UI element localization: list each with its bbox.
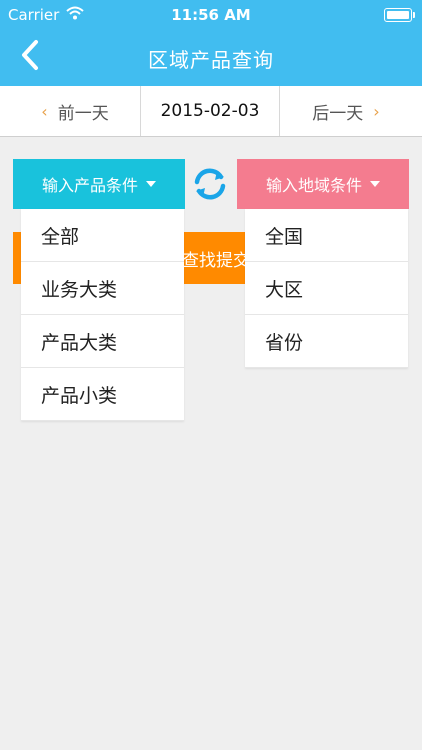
battery-icon	[384, 8, 415, 22]
status-bar: Carrier 11:56 AM	[0, 0, 422, 30]
chevron-left-icon: ‹	[41, 101, 48, 121]
product-option-all[interactable]: 全部	[21, 209, 184, 262]
region-option-national[interactable]: 全国	[245, 209, 408, 262]
submit-label: 查找提交	[182, 250, 250, 271]
region-dropdown-menu: 全国 大区 省份	[245, 209, 408, 368]
next-day-button[interactable]: 后一天 ›	[280, 86, 422, 136]
product-option-product-category[interactable]: 产品大类	[21, 315, 184, 368]
region-condition-label: 输入地域条件	[265, 176, 362, 195]
product-condition-button[interactable]: 输入产品条件	[13, 159, 185, 209]
caret-down-icon	[146, 181, 156, 187]
date-navigation-bar: ‹ 前一天 2015-02-03 后一天 ›	[0, 86, 422, 137]
caret-down-icon	[370, 181, 380, 187]
product-option-business-category[interactable]: 业务大类	[21, 262, 184, 315]
chevron-right-icon: ›	[373, 101, 380, 121]
region-option-district[interactable]: 大区	[245, 262, 408, 315]
swap-refresh-button[interactable]	[191, 165, 229, 203]
region-condition-button[interactable]: 输入地域条件	[237, 159, 409, 209]
refresh-icon	[194, 168, 226, 200]
page-title: 区域产品查询	[148, 48, 274, 72]
next-day-label: 后一天	[312, 103, 364, 124]
region-option-province[interactable]: 省份	[245, 315, 408, 368]
status-time: 11:56 AM	[171, 6, 251, 24]
product-condition-label: 输入产品条件	[41, 176, 138, 195]
previous-day-button[interactable]: ‹ 前一天	[0, 86, 140, 136]
product-dropdown-menu: 全部 业务大类 产品大类 产品小类	[21, 209, 184, 421]
current-date[interactable]: 2015-02-03	[140, 86, 280, 136]
previous-day-label: 前一天	[57, 103, 109, 124]
nav-header: Carrier 11:56 AM 区域产品查询	[0, 0, 422, 86]
product-option-product-subcategory[interactable]: 产品小类	[21, 368, 184, 421]
